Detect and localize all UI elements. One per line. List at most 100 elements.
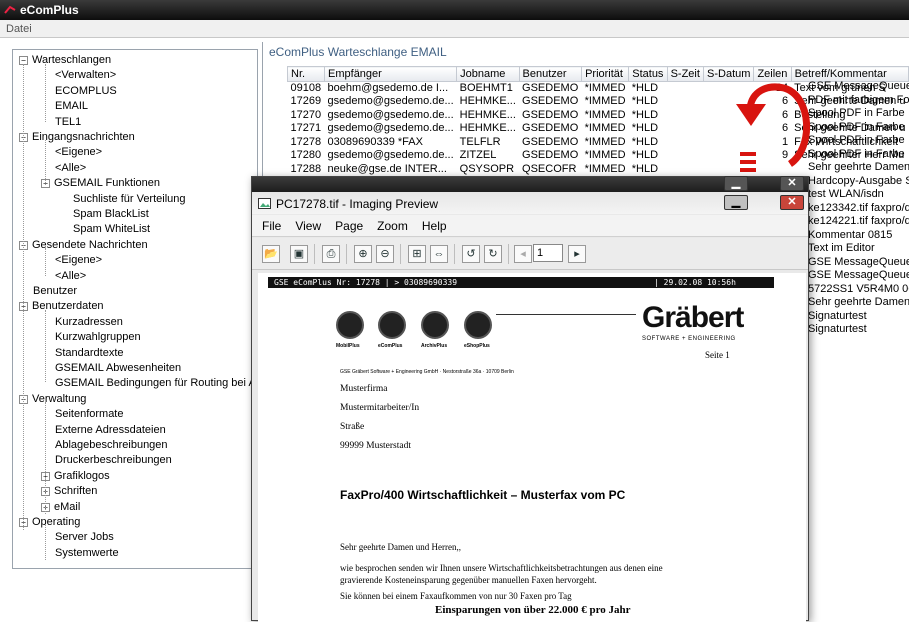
tree-item[interactable]: Standardtexte [55, 346, 124, 361]
table-cell: gsedemo@gsedemo.de... [327, 95, 454, 108]
tree-item[interactable]: + eMail [41, 500, 80, 515]
tree-item[interactable]: Druckerbeschreibungen [55, 453, 172, 468]
menu-help[interactable]: Help [422, 219, 447, 233]
graebert-brand: Gräbert [642, 301, 744, 334]
tree-item[interactable]: Suchliste für Verteilung [73, 192, 186, 207]
tree-item[interactable]: − Operating [19, 515, 80, 530]
tree-item[interactable]: + Grafiklogos [41, 469, 110, 484]
menu-datei[interactable]: Datei [6, 23, 32, 35]
tree-item[interactable]: − Eingangsnachrichten [19, 130, 135, 145]
minimize-button[interactable]: ▁ [724, 176, 748, 191]
tree-item[interactable]: ECOMPLUS [55, 84, 117, 99]
column-header[interactable]: Status [628, 66, 668, 82]
print-icon[interactable]: ⎙ [322, 245, 340, 263]
menu-file[interactable]: File [262, 219, 281, 233]
tree-item-label: Ablagebeschreibungen [55, 439, 168, 451]
tree-item[interactable]: Externe Adressdateien [55, 423, 166, 438]
open-folder-icon[interactable]: 📂 [262, 245, 280, 263]
logo-divider [496, 314, 636, 315]
logo-label: MobilPlus [336, 343, 360, 349]
tree-item[interactable]: + Schriften [41, 484, 97, 499]
tree-item[interactable]: EMAIL [55, 99, 88, 114]
rotate-right-icon[interactable]: ↻ [484, 245, 502, 263]
tree-item-label: Benutzerdaten [32, 300, 104, 313]
tree-item[interactable]: <Alle> [55, 269, 86, 284]
zoom-in-icon[interactable]: ⊕ [354, 245, 372, 263]
tree-item[interactable]: Server Jobs [55, 530, 114, 545]
image-properties-icon[interactable]: ▣ [290, 245, 308, 263]
table-cell: HEHMKE... [459, 108, 516, 121]
table-cell: GSEDEMO [522, 95, 579, 108]
table-cell: HEHMKE... [459, 122, 516, 135]
zoom-out-icon[interactable]: ⊖ [376, 245, 394, 263]
menu-zoom[interactable]: Zoom [377, 219, 408, 233]
tree-item-label: Systemwerte [55, 546, 119, 559]
tree-item[interactable]: Ablagebeschreibungen [55, 438, 168, 453]
tree-item[interactable]: Kurzadressen [55, 315, 123, 330]
next-page-icon[interactable]: ▸ [568, 245, 586, 263]
address-line: Musterfirma [340, 384, 388, 394]
tree-item[interactable]: <Verwalten> [55, 68, 116, 83]
tree-item-label: Gesendete Nachrichten [32, 238, 148, 251]
column-header[interactable]: Empfänger [324, 66, 458, 82]
column-header[interactable]: Benutzer [518, 66, 583, 82]
tree-item[interactable]: Kurzwahlgruppen [55, 330, 141, 345]
page-number-input[interactable] [533, 244, 563, 262]
tree-item[interactable]: TEL1 [55, 115, 81, 130]
minimize-button-inner[interactable]: ▁ [724, 195, 748, 210]
tree-item[interactable]: Spam BlackList [73, 207, 149, 222]
comment-cell: Spool PDF in Farbe [808, 147, 905, 160]
table-cell: *HLD [631, 135, 659, 148]
previous-page-icon[interactable]: ◂ [514, 245, 532, 263]
tree-item[interactable]: <Alle> [55, 161, 86, 176]
table-cell: *HLD [631, 82, 659, 94]
table-cell [667, 136, 703, 150]
tree-item[interactable]: Systemwerte [55, 546, 119, 561]
tree-item-label: GSEMAIL Bedingungen für Routing bei Abw [55, 377, 258, 390]
tree-item[interactable]: <Eigene> [55, 145, 102, 160]
tree-item[interactable]: Seitenformate [55, 407, 123, 422]
table-cell: gsedemo@gsedemo.de... [327, 149, 454, 162]
rotate-left-icon[interactable]: ↺ [462, 245, 480, 263]
tree-item-label: Druckerbeschreibungen [55, 454, 172, 467]
fit-width-icon[interactable]: ⇔ [430, 245, 448, 263]
tree-item[interactable]: Benutzer [33, 284, 77, 299]
table-cell: HEHMKE... [459, 95, 516, 108]
tree-item-label: Eingangsnachrichten [32, 131, 135, 143]
close-button-inner[interactable]: ✕ [780, 195, 804, 210]
tree-item[interactable]: GSEMAIL Abwesenheiten [55, 361, 181, 376]
fit-page-icon[interactable]: ⊞ [408, 245, 426, 263]
preview-toolbar: 📂 ▣ ⎙ ⊕ ⊖ ⊞ ⇔ ↺ ↻ ◂ ▸ [252, 238, 808, 270]
tree-connector [23, 64, 24, 530]
table-cell: gsedemo@gsedemo.de... [327, 108, 454, 121]
tree-item[interactable]: <Eigene> [55, 253, 102, 268]
app-titlebar: eComPlus [0, 0, 909, 20]
column-header[interactable]: Nr. [286, 66, 326, 82]
menu-view[interactable]: View [295, 219, 321, 233]
tree-item[interactable]: − Benutzerdaten [19, 299, 104, 314]
tree-item-label: Suchliste für Verteilung [73, 192, 186, 205]
column-header[interactable]: Jobname [456, 66, 520, 82]
close-button[interactable]: ✕ [780, 176, 804, 191]
tree-item[interactable]: − Warteschlangen [19, 53, 111, 68]
column-header[interactable]: Priorität [581, 66, 630, 82]
table-cell: GSEDEMO [522, 122, 579, 135]
tree-item[interactable]: GSEMAIL Bedingungen für Routing bei Abw [55, 376, 258, 391]
table-cell [667, 95, 703, 109]
tree-connector [45, 248, 46, 276]
column-header[interactable]: S-Zeit [666, 66, 705, 82]
tree-item[interactable]: − Gesendete Nachrichten [19, 238, 148, 253]
tree-item[interactable]: − Verwaltung [19, 392, 86, 407]
tree-item-label: Standardtexte [55, 346, 124, 359]
preview-titlebar[interactable]: PC17278.tif - Imaging Preview ▁ ✕ ▁ ✕ [252, 176, 808, 214]
tree-item-label: Verwaltung [32, 392, 87, 405]
tree-item-label: Seitenformate [55, 408, 124, 421]
table-cell: *IMMED [584, 135, 626, 148]
table-cell: GSEDEMO [522, 108, 579, 121]
table-cell [667, 82, 703, 96]
logo-label: eComPlus [378, 343, 403, 349]
tree-item[interactable]: − GSEMAIL Funktionen [41, 176, 160, 191]
menu-page[interactable]: Page [335, 219, 363, 233]
tree-item[interactable]: Spam WhiteList [73, 222, 150, 237]
table-cell [667, 122, 703, 136]
